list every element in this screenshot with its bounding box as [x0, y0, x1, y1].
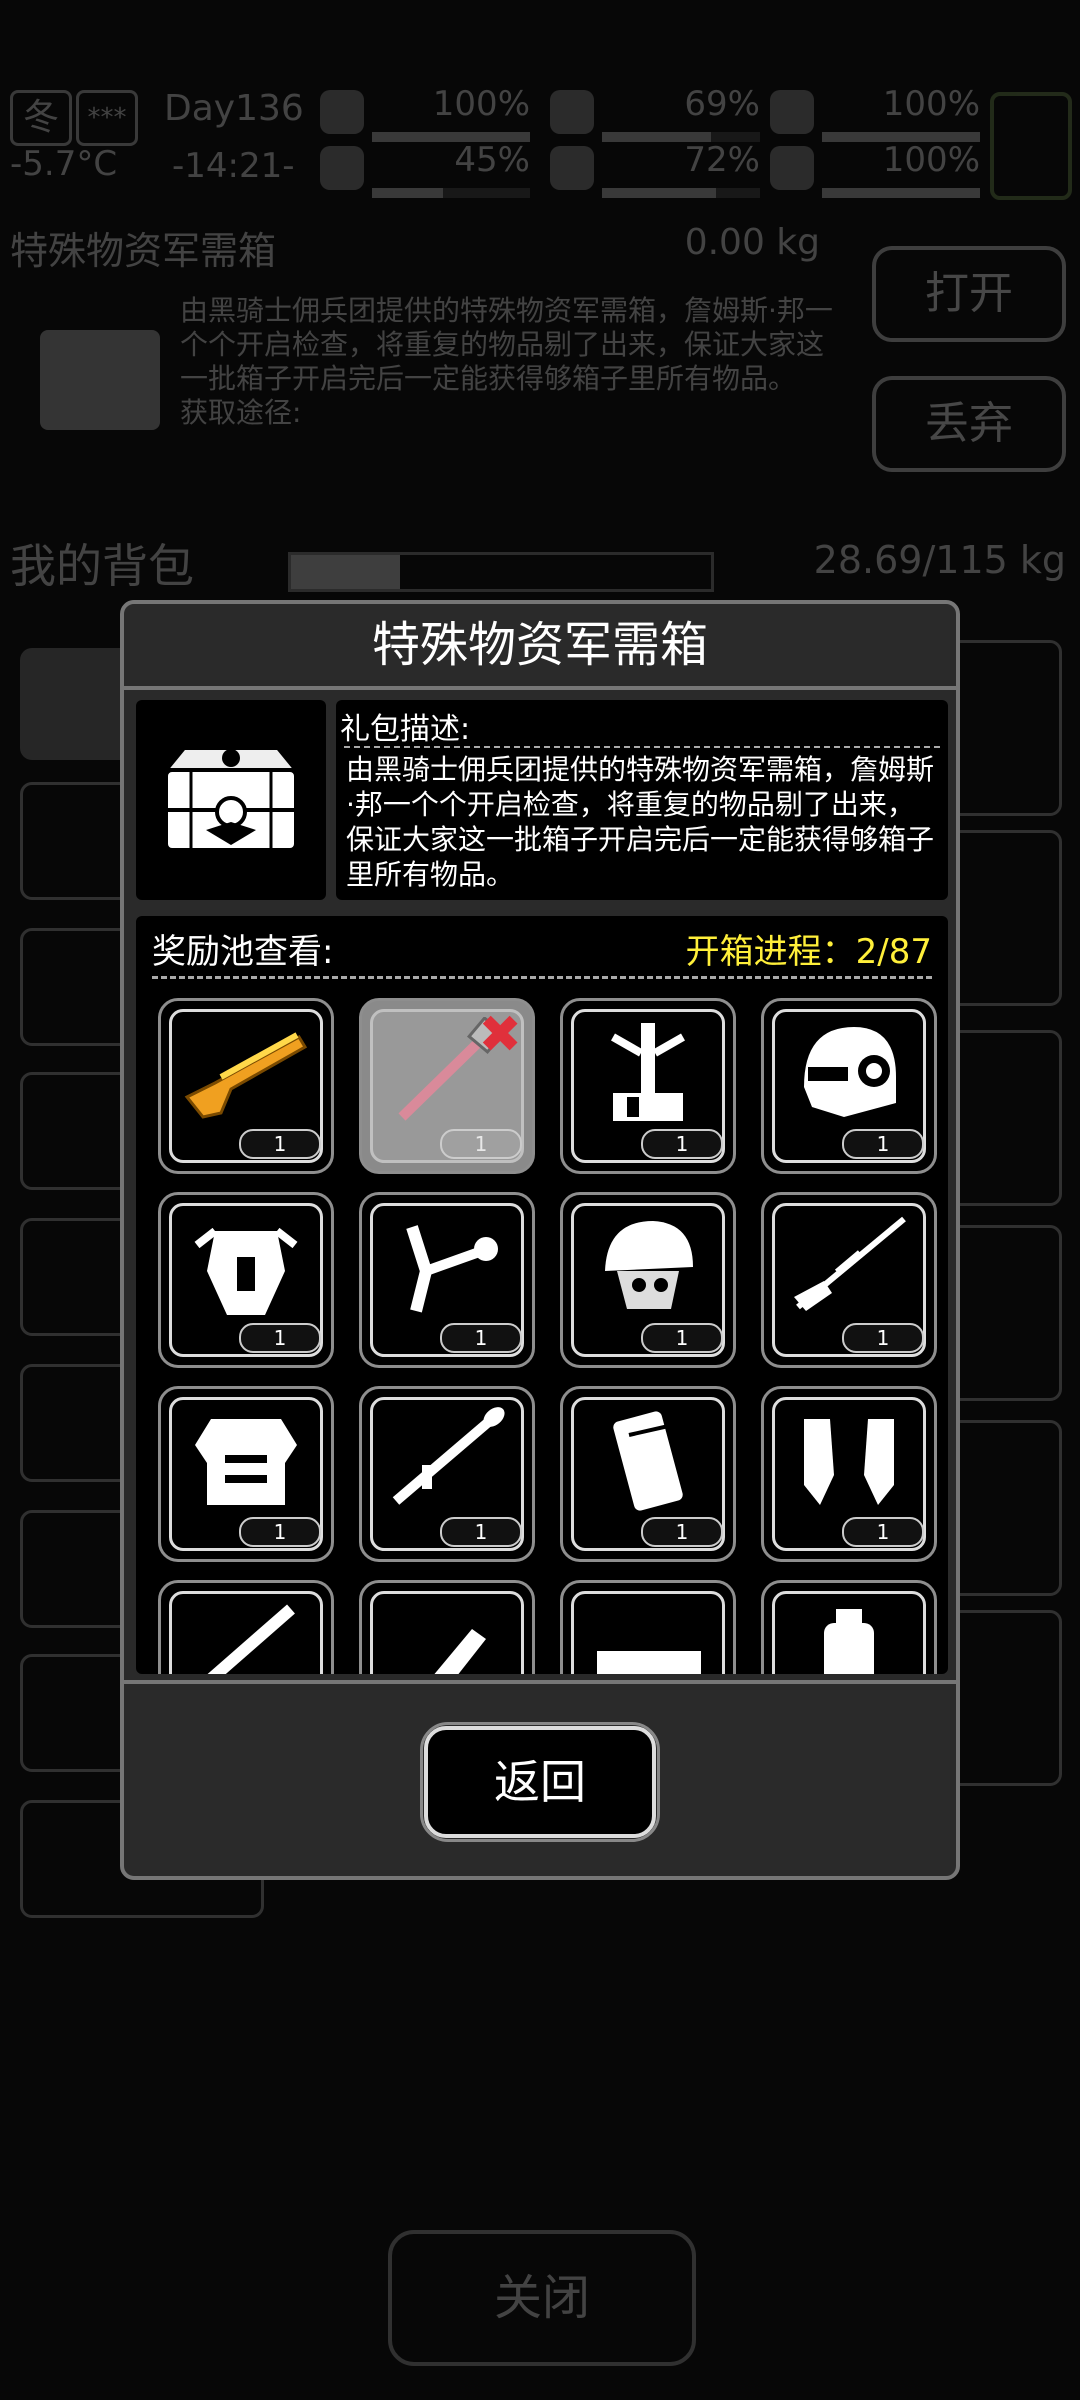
- equipped-slot[interactable]: [990, 92, 1072, 200]
- heart-icon: [770, 146, 814, 190]
- reward-item[interactable]: 1: [560, 998, 736, 1174]
- reward-item[interactable]: 1: [359, 1386, 535, 1562]
- gauntlets-icon: [804, 1419, 894, 1505]
- medkit-icon: [320, 90, 364, 134]
- minigun-icon: [207, 1604, 295, 1674]
- stat-toxin: 45%: [320, 140, 530, 198]
- description-text: 由黑骑士佣兵团提供的特殊物资军需箱，詹姆斯·邦一个个开启检查，将重复的物品剔了出…: [346, 753, 935, 891]
- tactical-helmet-icon: [804, 1027, 896, 1117]
- description-label: 礼包描述:: [340, 712, 471, 747]
- open-button[interactable]: 打开: [872, 246, 1066, 342]
- bag-title: 我的背包: [10, 539, 194, 593]
- stat-mood: 100%: [770, 140, 980, 198]
- mechanical-arm-icon: [611, 1023, 685, 1121]
- item-weight: 0.00 kg: [684, 222, 820, 263]
- status-bar: 冬 *** -5.7°C Day136 -14:21- 100% 69% 100…: [0, 80, 1080, 200]
- reward-item[interactable]: 1: [761, 1192, 937, 1368]
- item-count: 1: [239, 1517, 321, 1547]
- chest-preview: [136, 700, 326, 900]
- heavy-gun-icon: [597, 1651, 701, 1674]
- reward-item[interactable]: [359, 1580, 535, 1674]
- reward-item[interactable]: 1: [158, 1386, 334, 1562]
- grenade-launcher-icon: [434, 1629, 486, 1674]
- chest-icon: [161, 746, 301, 852]
- backpack-icon: [824, 1609, 874, 1674]
- bag-capacity-bar: [288, 552, 714, 592]
- gift-description-panel: 礼包描述: 由黑骑士佣兵团提供的特殊物资军需箱，詹姆斯·邦一个个开启检查，将重复…: [136, 700, 948, 900]
- stat-thirst: 72%: [550, 140, 760, 198]
- item-description: 由黑骑士佣兵团提供的特殊物资军需箱，詹姆斯·邦一个个开启检查，将重复的物品剔了出…: [180, 294, 833, 429]
- temperature-readout: -5.7°C: [10, 144, 118, 184]
- time-readout: -14:21-: [172, 146, 295, 186]
- item-count: 1: [842, 1129, 924, 1159]
- armor-plate-icon: [194, 1227, 298, 1315]
- reward-item[interactable]: 1: [560, 1192, 736, 1368]
- reward-item[interactable]: 1: [560, 1386, 736, 1562]
- item-count: 1: [440, 1323, 522, 1353]
- day-counter: Day136: [164, 88, 304, 129]
- item-title: 特殊物资军需箱: [10, 229, 277, 273]
- item-count: 1: [440, 1517, 522, 1547]
- reward-item[interactable]: 1: [158, 1192, 334, 1368]
- claimed-x-icon: ✖: [478, 1005, 522, 1065]
- sniper-rifle-icon: [794, 1216, 906, 1311]
- back-button[interactable]: 返回: [420, 1722, 660, 1842]
- reward-item[interactable]: [560, 1580, 736, 1674]
- reward-item[interactable]: 1: [158, 998, 334, 1174]
- weather-indicator: ***: [76, 90, 138, 146]
- item-count: 1: [641, 1517, 723, 1547]
- item-count: 1: [239, 1323, 321, 1353]
- description-box: 礼包描述: 由黑骑士佣兵团提供的特殊物资军需箱，詹姆斯·邦一个个开启检查，将重复…: [336, 700, 948, 900]
- robot-arm-icon: [406, 1225, 498, 1313]
- reward-pool-label: 奖励池查看:: [152, 932, 334, 972]
- reward-item[interactable]: [158, 1580, 334, 1674]
- close-button[interactable]: 关闭: [388, 2230, 696, 2366]
- discard-button[interactable]: 丢弃: [872, 376, 1066, 472]
- dialog-title: 特殊物资军需箱: [124, 604, 956, 690]
- combat-helmet-icon: [605, 1221, 693, 1309]
- reward-item[interactable]: [761, 1580, 937, 1674]
- reward-pool-panel[interactable]: 奖励池查看: 开箱进程：2/87 1 ✖ 1 1 1 1 1 1 1 1 1 1…: [136, 916, 948, 1674]
- item-count: 1: [641, 1323, 723, 1353]
- golden-shotgun-icon: [184, 1032, 308, 1119]
- item-count: 1: [641, 1129, 723, 1159]
- item-count: 1: [842, 1323, 924, 1353]
- chest-icon: [40, 330, 160, 430]
- item-count: 1: [842, 1517, 924, 1547]
- item-count: 1: [440, 1129, 522, 1159]
- stat-armor: 100%: [770, 84, 980, 142]
- rocket-launcher-icon: [392, 1407, 505, 1505]
- reward-item[interactable]: 1: [761, 998, 937, 1174]
- flask-icon: [320, 146, 364, 190]
- bag-weight: 28.69/115 kg: [813, 538, 1066, 582]
- stomach-icon: [550, 90, 594, 134]
- reward-pool-dialog: 特殊物资军需箱 礼包描述: 由黑骑士佣兵团提供的特殊物资军需箱，詹姆斯·邦一个个…: [120, 600, 960, 1880]
- water-drop-icon: [550, 146, 594, 190]
- item-count: 1: [239, 1129, 321, 1159]
- reward-item[interactable]: 1: [359, 1192, 535, 1368]
- stat-hunger: 69%: [550, 84, 760, 142]
- season-indicator: 冬: [10, 90, 72, 146]
- shield-icon: [770, 90, 814, 134]
- body-armor-icon: [195, 1419, 297, 1505]
- ammo-case-icon: [613, 1411, 683, 1511]
- open-progress: 开箱进程：2/87: [685, 932, 932, 972]
- divider: [124, 1680, 956, 1684]
- divider: [152, 976, 932, 979]
- reward-item[interactable]: 1: [761, 1386, 937, 1562]
- divider: [344, 746, 940, 748]
- reward-item-claimed[interactable]: ✖ 1: [359, 998, 535, 1174]
- stat-health: 100%: [320, 84, 530, 142]
